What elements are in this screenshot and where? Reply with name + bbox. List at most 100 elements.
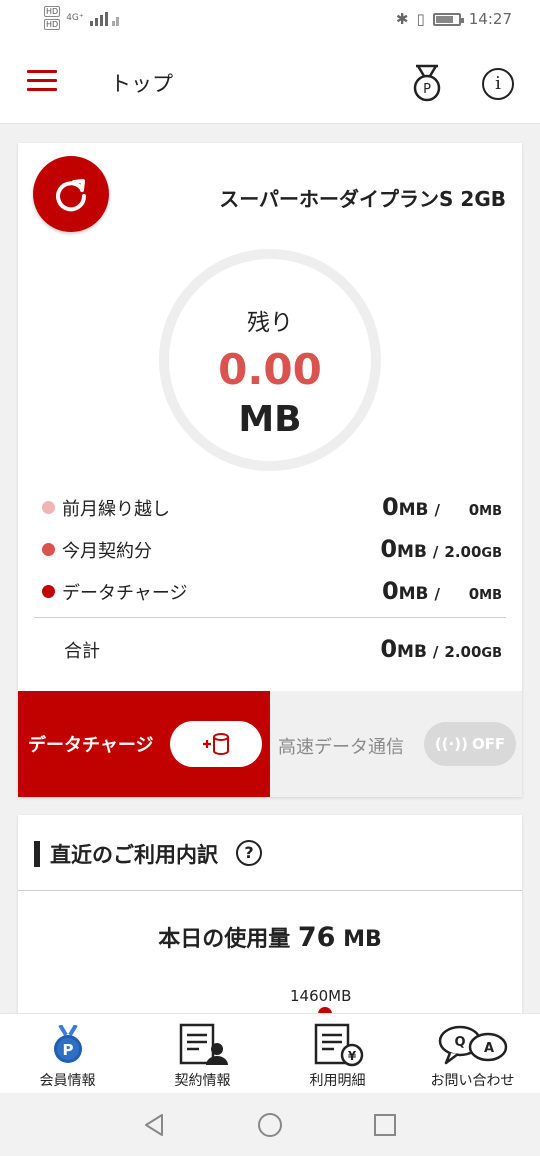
used-unit: MB: [397, 642, 427, 662]
today-usage-unit: MB: [343, 927, 382, 952]
data-charge-pill[interactable]: [170, 721, 262, 767]
svg-text:P: P: [423, 82, 431, 97]
usage-label: 今月契約分: [62, 541, 152, 562]
hd-icon: HD: [44, 19, 61, 30]
status-left: HD HD 4G⁺: [44, 6, 120, 30]
nav-member-info[interactable]: P 会員情報: [0, 1022, 135, 1092]
back-icon[interactable]: [142, 1113, 166, 1137]
sim-indicators: HD HD: [44, 6, 61, 30]
remaining-gauge: 残り 0.00 MB: [159, 249, 381, 471]
points-medal-icon[interactable]: P: [410, 64, 444, 102]
carryover-dot: [42, 501, 55, 514]
toggle-state: OFF: [471, 735, 506, 753]
limit-amount: 0MB: [446, 501, 502, 519]
today-usage-label: 本日の使用量: [158, 927, 291, 952]
bluetooth-icon: ✱: [395, 10, 409, 28]
limit-value: 0: [468, 501, 480, 519]
svg-text:P: P: [62, 1041, 73, 1059]
vibrate-icon: ▯: [416, 10, 425, 28]
separator: /: [432, 643, 439, 661]
section-marker: [34, 841, 40, 867]
limit-amount: 0MB: [446, 585, 502, 603]
used-unit: MB: [398, 500, 429, 520]
charge-dot: [42, 585, 55, 598]
network-type: 4G⁺: [66, 13, 84, 23]
battery-icon: [432, 12, 464, 26]
data-charge-label: データチャージ: [28, 735, 154, 756]
remaining-unit: MB: [238, 399, 302, 440]
limit-amount: 2.00GB: [444, 643, 502, 661]
antenna-icon: ((·)): [434, 735, 468, 753]
status-right: ✱ ▯ 14:27: [396, 10, 512, 28]
limit-unit: MB: [479, 588, 502, 603]
high-speed-label: 高速データ通信: [278, 737, 404, 758]
separator: /: [432, 543, 439, 561]
limit-value: 2.00: [444, 543, 482, 561]
svg-text:Q: Q: [454, 1035, 465, 1050]
add-database-icon: [203, 733, 229, 755]
separator: /: [434, 501, 440, 519]
limit-value: 0: [468, 585, 480, 603]
svg-text:A: A: [483, 1041, 493, 1056]
used-amount: 0: [380, 635, 398, 663]
remaining-value: 0.00: [218, 345, 322, 394]
limit-unit: GB: [481, 546, 502, 561]
usage-row-charge: データチャージ 0 MB / 0MB: [40, 577, 502, 607]
usage-row-total: 合計 0 MB / 2.00GB: [40, 635, 502, 665]
home-icon[interactable]: [257, 1112, 283, 1138]
signal-icon: [89, 12, 119, 26]
used-amount: 0: [381, 577, 399, 605]
plan-name: スーパーホーダイプランS 2GB: [219, 187, 506, 211]
today-usage: 本日の使用量 76 MB: [18, 921, 522, 953]
used-amount: 0: [381, 493, 399, 521]
member-badge-icon: P: [53, 1025, 82, 1063]
nav-label: 契約情報: [174, 1073, 231, 1089]
nav-billing[interactable]: ¥ 利用明細: [270, 1022, 405, 1092]
divider: [18, 890, 522, 891]
refresh-button[interactable]: [33, 156, 109, 232]
app-header: トップ P i: [0, 40, 540, 124]
recent-usage-title: 直近のご利用内訳: [50, 843, 218, 867]
usage-row-carryover: 前月繰り越し 0 MB / 0MB: [40, 493, 502, 523]
data-charge-button[interactable]: データチャージ: [18, 691, 270, 797]
nav-contract-info[interactable]: 契約情報: [135, 1022, 270, 1092]
data-usage-card: スーパーホーダイプランS 2GB 残り 0.00 MB 前月繰り越し 0 MB …: [18, 143, 522, 797]
qa-icon: Q A: [438, 1025, 507, 1065]
bill-icon: ¥: [314, 1023, 363, 1067]
usage-value: 0 MB / 0MB: [382, 577, 502, 605]
system-nav-bar: [0, 1093, 540, 1156]
today-usage-value: 76: [297, 922, 336, 953]
limit-amount: 2.00GB: [444, 543, 502, 561]
nav-contact[interactable]: Q A お問い合わせ: [405, 1022, 540, 1092]
separator: /: [434, 585, 440, 603]
limit-unit: GB: [481, 646, 502, 661]
recents-icon[interactable]: [373, 1113, 397, 1137]
usage-label: 前月繰り越し: [62, 499, 170, 520]
nav-label: 会員情報: [39, 1073, 96, 1089]
contract-dot: [42, 543, 55, 556]
bottom-nav: P 会員情報 契約情報 ¥ 利用明細 Q A お問い合わせ: [0, 1013, 540, 1093]
used-amount: 0: [380, 535, 398, 563]
status-bar: HD HD 4G⁺ ✱ ▯ 14:27: [0, 0, 540, 40]
usage-value: 0 MB / 2.00GB: [380, 535, 502, 563]
contract-icon: [179, 1023, 228, 1065]
menu-icon[interactable]: [27, 70, 57, 92]
total-label: 合計: [64, 641, 100, 662]
usage-row-contract: 今月契約分 0 MB / 2.00GB: [40, 535, 502, 565]
used-unit: MB: [398, 584, 429, 604]
recent-usage-card: 直近のご利用内訳 ? 本日の使用量 76 MB 1460MB: [18, 815, 522, 1021]
high-speed-data-area: 高速データ通信 ((·)) OFF: [270, 691, 522, 797]
nav-label: 利用明細: [309, 1073, 366, 1089]
hd-icon: HD: [44, 6, 61, 17]
help-icon[interactable]: ?: [236, 840, 262, 866]
high-speed-toggle[interactable]: ((·)) OFF: [424, 722, 516, 766]
page-title: トップ: [110, 72, 173, 96]
used-unit: MB: [397, 542, 427, 562]
clock: 14:27: [468, 10, 512, 28]
limit-unit: MB: [479, 504, 502, 519]
remaining-label: 残り: [247, 310, 293, 336]
usage-value: 0 MB / 0MB: [382, 493, 502, 521]
limit-value: 2.00: [444, 643, 482, 661]
info-icon[interactable]: i: [482, 68, 514, 100]
total-value: 0 MB / 2.00GB: [380, 635, 502, 663]
